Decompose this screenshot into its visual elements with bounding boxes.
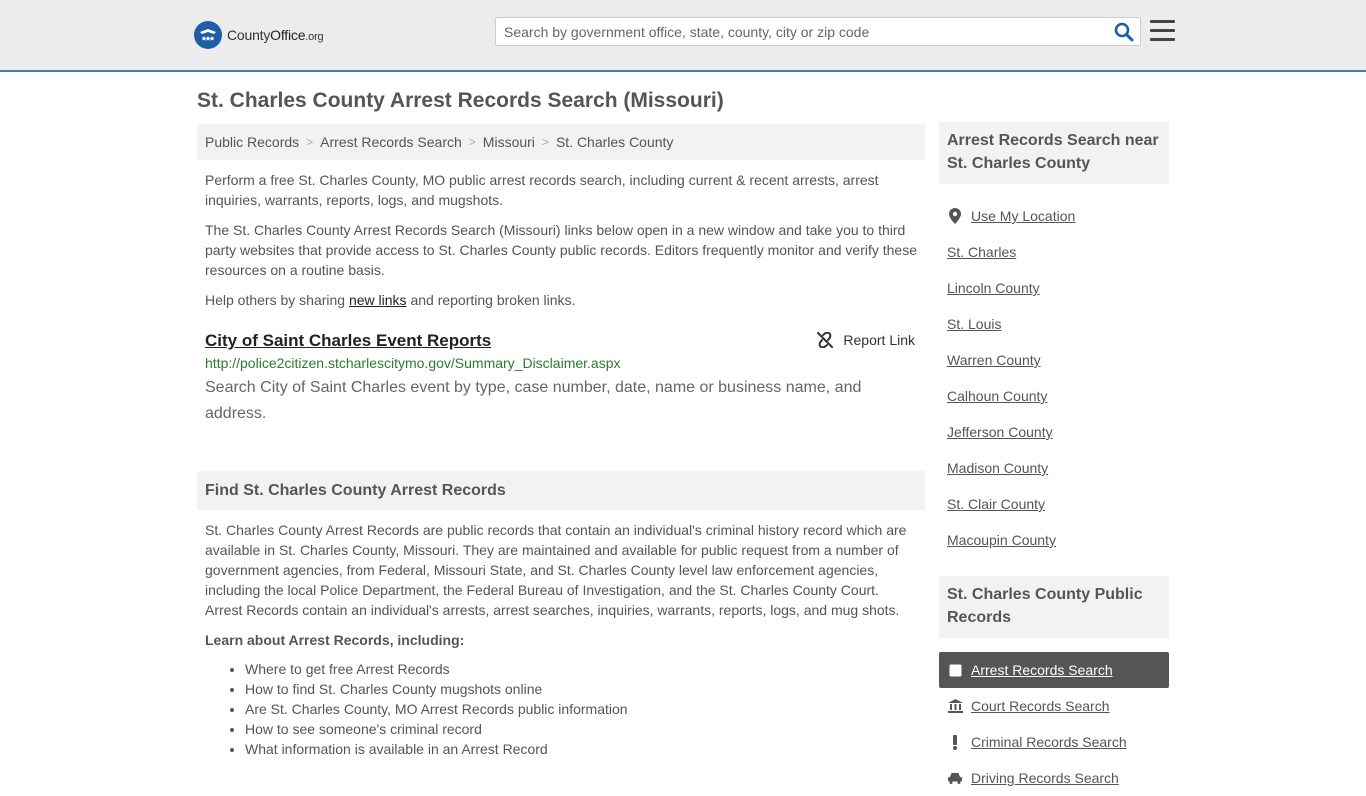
breadcrumb-public-records[interactable]: Public Records <box>205 134 299 150</box>
nearby-link[interactable]: Macoupin County <box>947 532 1056 548</box>
breadcrumb-missouri[interactable]: Missouri <box>483 134 535 150</box>
intro-paragraph: Perform a free St. Charles County, MO pu… <box>205 172 879 208</box>
sidebar-item-court-records[interactable]: Court Records Search <box>939 688 1169 724</box>
broken-link-icon <box>817 332 834 348</box>
driving-records-link[interactable]: Driving Records Search <box>971 770 1119 786</box>
sidebar-item-jefferson-county: Jefferson County <box>939 414 1169 450</box>
logo-text: CountyOffice.org <box>227 27 324 43</box>
location-pin-icon <box>947 208 963 224</box>
breadcrumb-separator-icon: > <box>541 135 549 149</box>
report-link-button[interactable]: Report Link <box>817 332 915 348</box>
find-records-body: St. Charles County Arrest Records are pu… <box>205 522 907 618</box>
new-links-link[interactable]: new links <box>349 292 407 308</box>
listing-title-link[interactable]: City of Saint Charles Event Reports <box>205 330 491 352</box>
learn-list: Where to get free Arrest Records How to … <box>197 659 925 759</box>
list-item: How to find St. Charles County mugshots … <box>245 679 925 699</box>
page-title: St. Charles County Arrest Records Search… <box>197 89 724 112</box>
site-logo[interactable]: CountyOffice.org <box>194 21 324 49</box>
sidebar-item-driving-records[interactable]: Driving Records Search <box>939 760 1169 796</box>
courthouse-icon <box>947 699 963 713</box>
list-item: How to see someone's criminal record <box>245 719 925 739</box>
criminal-records-link[interactable]: Criminal Records Search <box>971 734 1127 750</box>
sidebar-item-use-my-location: Use My Location <box>939 198 1169 234</box>
public-records-heading: St. Charles County Public Records <box>939 576 1169 638</box>
search-box <box>495 17 1141 46</box>
public-records-list: Arrest Records Search Court Records Sear… <box>939 652 1169 796</box>
listing-url: http://police2citizen.stcharlescitymo.go… <box>205 355 621 371</box>
exclamation-icon <box>947 734 963 750</box>
arrest-records-link[interactable]: Arrest Records Search <box>971 662 1113 678</box>
sidebar-item-calhoun-county: Calhoun County <box>939 378 1169 414</box>
breadcrumb-separator-icon: > <box>468 135 476 149</box>
breadcrumb-separator-icon: > <box>306 135 314 149</box>
logo-badge-icon <box>194 21 222 49</box>
sidebar-item-warren-county: Warren County <box>939 342 1169 378</box>
nearby-link[interactable]: Calhoun County <box>947 388 1047 404</box>
nearby-link[interactable]: St. Louis <box>947 316 1001 332</box>
court-records-link[interactable]: Court Records Search <box>971 698 1110 714</box>
share-paragraph: Help others by sharing new links and rep… <box>205 292 576 308</box>
nearby-link[interactable]: Jefferson County <box>947 424 1053 440</box>
list-item: What information is available in an Arre… <box>245 739 925 759</box>
use-my-location-link[interactable]: Use My Location <box>971 208 1075 224</box>
sidebar-item-arrest-records[interactable]: Arrest Records Search <box>939 652 1169 688</box>
breadcrumb: Public Records > Arrest Records Search >… <box>197 124 925 160</box>
breadcrumb-arrest-records-search[interactable]: Arrest Records Search <box>320 134 462 150</box>
nearby-link[interactable]: St. Charles <box>947 244 1016 260</box>
sidebar-item-lincoln-county: Lincoln County <box>939 270 1169 306</box>
nearby-link[interactable]: St. Clair County <box>947 496 1045 512</box>
nearby-link[interactable]: Lincoln County <box>947 280 1040 296</box>
site-header: CountyOffice.org <box>0 0 1366 72</box>
sidebar-item-criminal-records[interactable]: Criminal Records Search <box>939 724 1169 760</box>
nearby-link[interactable]: Madison County <box>947 460 1048 476</box>
learn-heading: Learn about Arrest Records, including: <box>205 632 465 648</box>
nearby-link[interactable]: Warren County <box>947 352 1041 368</box>
sidebar-item-madison-county: Madison County <box>939 450 1169 486</box>
listing-description: Search City of Saint Charles event by ty… <box>205 379 862 422</box>
breadcrumb-st-charles-county[interactable]: St. Charles County <box>556 134 674 150</box>
sidebar: Arrest Records Search near St. Charles C… <box>939 122 1169 796</box>
sidebar-item-macoupin-county: Macoupin County <box>939 522 1169 558</box>
square-icon <box>947 664 963 677</box>
disclaimer-paragraph: The St. Charles County Arrest Records Se… <box>205 222 918 278</box>
search-icon[interactable] <box>1114 22 1134 42</box>
nearby-list: Use My Location St. Charles Lincoln Coun… <box>939 198 1169 558</box>
list-item: Are St. Charles County, MO Arrest Record… <box>245 699 925 719</box>
hamburger-menu-icon[interactable] <box>1150 20 1175 42</box>
sidebar-item-st-louis: St. Louis <box>939 306 1169 342</box>
main-content: Public Records > Arrest Records Search >… <box>197 124 925 759</box>
sidebar-item-st-clair-county: St. Clair County <box>939 486 1169 522</box>
search-input[interactable] <box>496 18 1096 45</box>
car-icon <box>947 772 963 784</box>
sidebar-item-st-charles: St. Charles <box>939 234 1169 270</box>
find-records-heading: Find St. Charles County Arrest Records <box>197 471 925 510</box>
list-item: Where to get free Arrest Records <box>245 659 925 679</box>
record-listing: City of Saint Charles Event Reports http… <box>197 330 925 427</box>
nearby-heading: Arrest Records Search near St. Charles C… <box>939 122 1169 184</box>
